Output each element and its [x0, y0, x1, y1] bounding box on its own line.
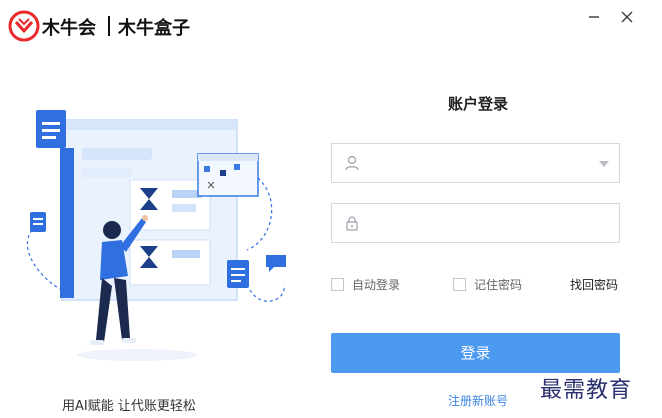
lock-icon	[346, 216, 358, 231]
app-logo: 木牛会 木牛盒子	[8, 10, 190, 42]
auto-login-label: 自动登录	[352, 277, 401, 292]
slogan-text: 用AI赋能 让代账更轻松	[62, 399, 196, 414]
person-at-dashboard-illustration	[26, 110, 286, 361]
minimize-icon[interactable]	[581, 6, 607, 28]
account-dropdown-icon[interactable]	[599, 161, 609, 167]
username-field[interactable]	[331, 143, 620, 183]
password-field[interactable]	[331, 203, 620, 243]
remember-password-label: 记住密码	[474, 277, 523, 292]
user-icon	[345, 155, 359, 171]
auto-login-box[interactable]	[331, 277, 344, 291]
login-title: 账户登录	[447, 95, 508, 113]
title-bar: 木牛会 木牛盒子	[0, 0, 662, 55]
auto-login-checkbox[interactable]: 自动登录	[331, 276, 400, 292]
login-button[interactable]: 登录	[331, 333, 620, 373]
left-pane	[0, 55, 290, 418]
close-icon[interactable]	[614, 6, 640, 28]
username-input[interactable]	[370, 151, 600, 175]
register-link[interactable]: 注册新账号	[448, 392, 508, 409]
password-input[interactable]	[370, 211, 600, 235]
remember-password-box[interactable]	[453, 277, 466, 291]
remember-password-checkbox[interactable]: 记住密码	[453, 276, 522, 292]
svg-text:木牛盒子: 木牛盒子	[117, 17, 190, 39]
svg-text:木牛会: 木牛会	[41, 17, 96, 39]
watermark-text: 最需教育	[540, 378, 633, 403]
recover-password-link[interactable]: 找回密码	[570, 276, 618, 293]
